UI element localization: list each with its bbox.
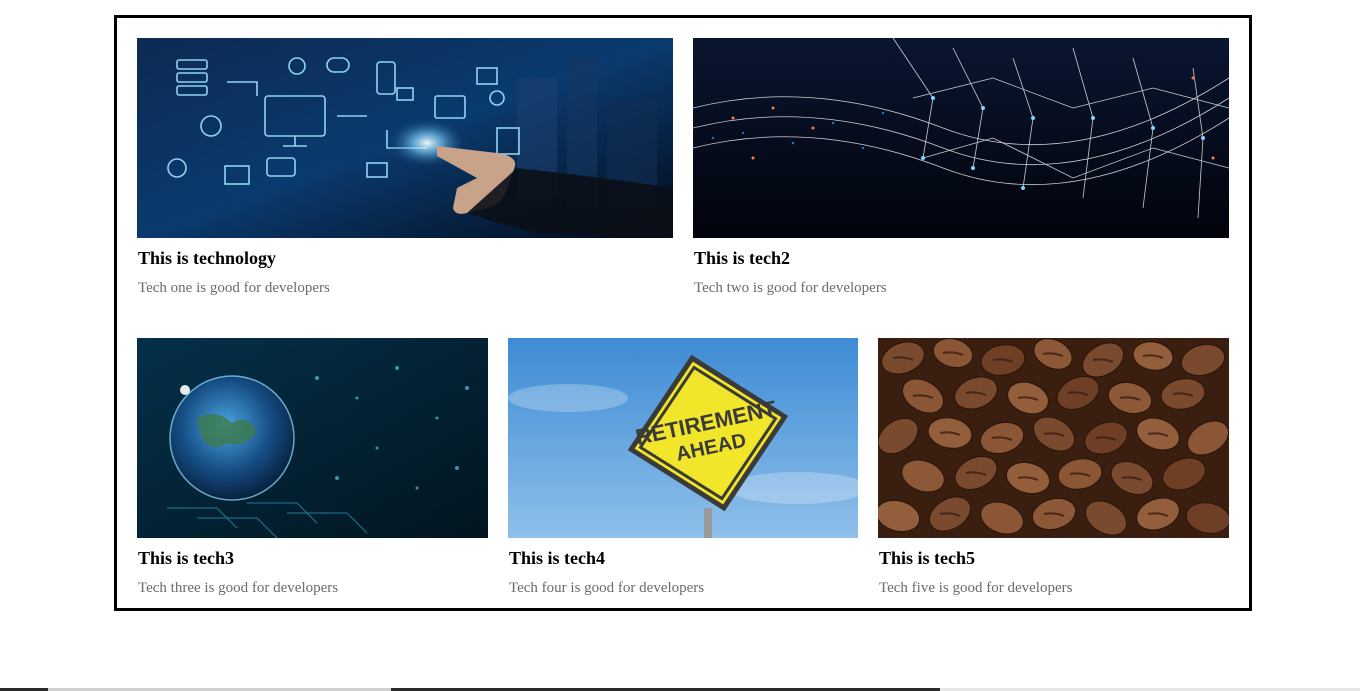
card-title: This is tech5 — [879, 548, 976, 568]
card-description: Tech two is good for developers — [694, 280, 887, 296]
card-title: This is tech3 — [138, 548, 235, 568]
card-description: Tech five is good for developers — [879, 580, 1073, 596]
retirement-ahead-sign-image: RETIREMENT AHEAD — [508, 338, 858, 538]
digital-wave-mesh-image — [693, 38, 1229, 238]
coffee-beans-image — [878, 338, 1229, 538]
card-tech3[interactable]: This is tech3 Tech three is good for dev… — [137, 338, 488, 608]
card-tech5[interactable]: This is tech5 Tech five is good for deve… — [878, 338, 1229, 608]
card-technology[interactable]: This is technology Tech one is good for … — [137, 38, 673, 308]
technology-network-image — [137, 38, 673, 238]
card-title: This is technology — [138, 248, 277, 268]
card-title: This is tech4 — [509, 548, 606, 568]
card-title: This is tech2 — [694, 248, 791, 268]
digital-globe-image — [137, 338, 488, 538]
card-description: Tech three is good for developers — [138, 580, 339, 596]
card-grid-container: This is technology Tech one is good for … — [114, 15, 1252, 611]
card-description: Tech one is good for developers — [138, 280, 330, 296]
card-tech4[interactable]: RETIREMENT AHEAD This is tech4 Tech four… — [508, 338, 858, 608]
card-description: Tech four is good for developers — [509, 580, 705, 596]
card-tech2[interactable]: This is tech2 Tech two is good for devel… — [693, 38, 1229, 308]
